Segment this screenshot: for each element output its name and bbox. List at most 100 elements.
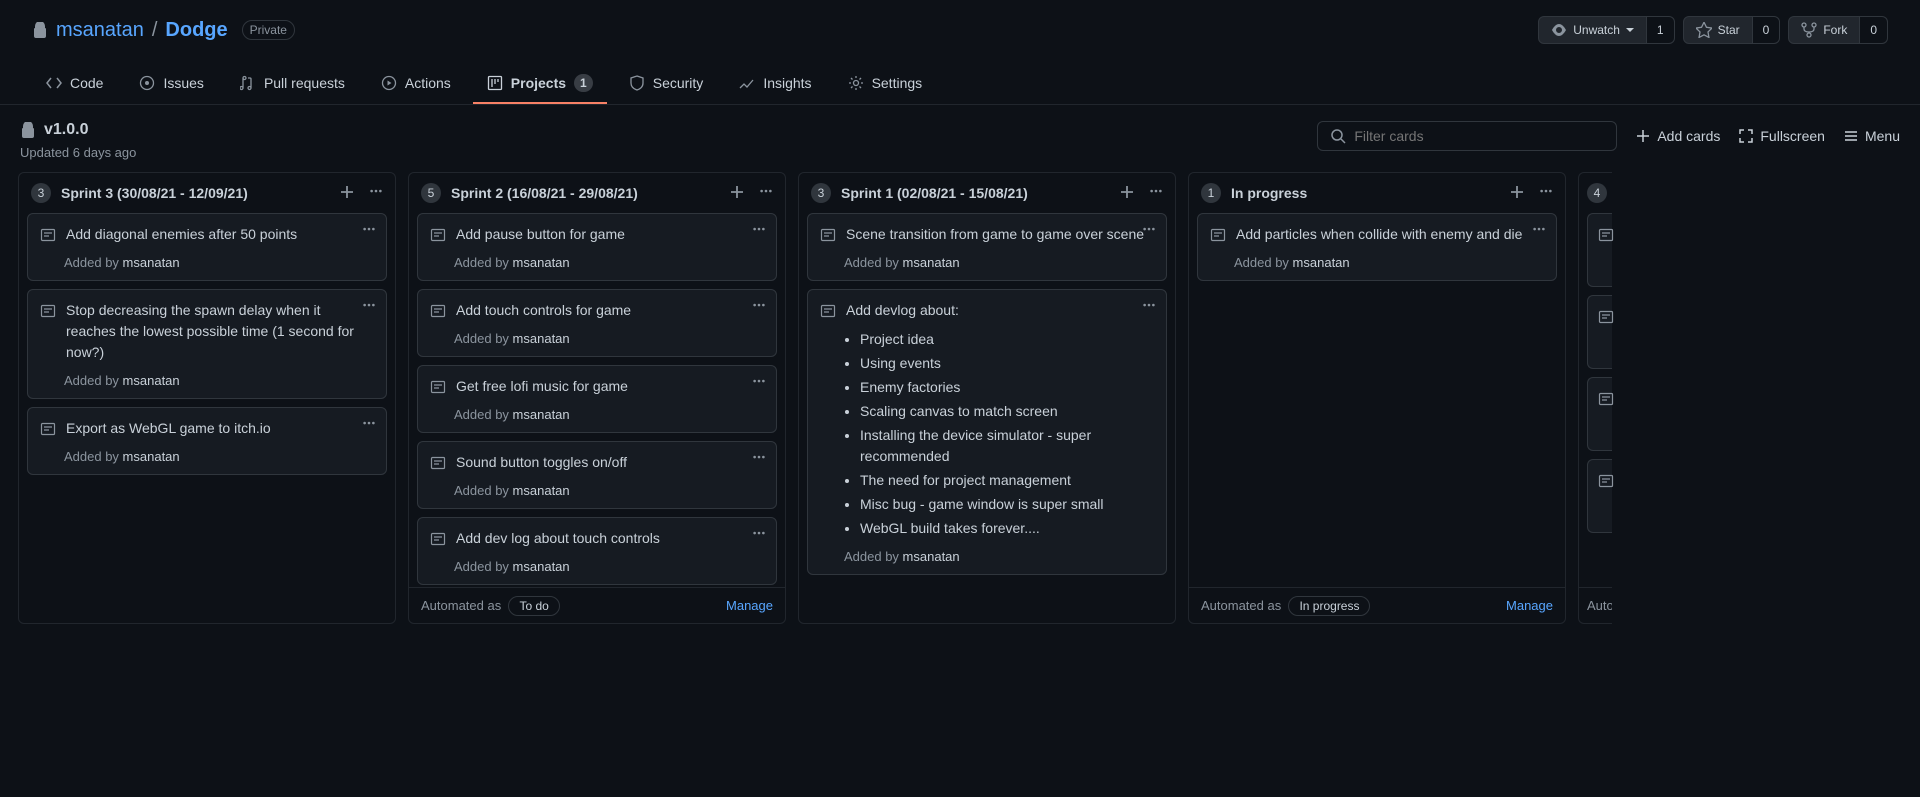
project-card[interactable]: Add pause button for game Added by msana… [417, 213, 777, 281]
caret-down-icon [1626, 28, 1634, 32]
card-menu-button[interactable] [752, 450, 766, 467]
note-icon [430, 455, 446, 471]
project-card[interactable]: Scene transition from game to game over … [807, 213, 1167, 281]
tab-pulls[interactable]: Pull requests [226, 64, 359, 104]
add-card-button[interactable] [1119, 184, 1135, 203]
menu-button[interactable]: Menu [1843, 128, 1900, 144]
card-menu-button[interactable] [362, 222, 376, 239]
card-list-item: Misc bug - game window is super small [860, 494, 1154, 515]
card-text: Scene transition from game to game over … [846, 224, 1154, 245]
card-menu-button[interactable] [362, 416, 376, 433]
add-card-button[interactable] [339, 184, 355, 203]
add-card-button[interactable] [729, 184, 745, 203]
card-text: Sound button toggles on/off [456, 452, 764, 473]
project-card[interactable]: Add diagonal enemies after 50 points Add… [27, 213, 387, 281]
project-card[interactable]: Stop decreasing the spawn delay when it … [27, 289, 387, 399]
column-title: Sprint 3 (30/08/21 - 12/09/21) [61, 185, 329, 201]
card-text: Get free lofi music for game [456, 376, 764, 397]
add-card-button[interactable] [1509, 184, 1525, 203]
project-card[interactable]: Export as WebGL game to itch.io Added by… [27, 407, 387, 475]
project-card[interactable]: Add particles when collide with enemy an… [1197, 213, 1557, 281]
card-text: Export as WebGL game to itch.io [66, 418, 374, 439]
card-added-by: Added by msanatan [454, 483, 764, 498]
card-added-by: Added by msanatan [64, 255, 374, 270]
card-menu-button[interactable] [362, 298, 376, 315]
add-cards-button[interactable]: Add cards [1635, 128, 1720, 144]
card-list-item: Enemy factories [860, 377, 1154, 398]
automation-label: Automated as To do [421, 598, 560, 613]
star-button[interactable]: Star [1683, 16, 1753, 44]
tab-issues[interactable]: Issues [125, 64, 217, 104]
card-added-by: Added by msanatan [64, 449, 374, 464]
note-icon [1598, 227, 1614, 243]
project-column-partial: 4 Auto [1578, 172, 1612, 624]
note-icon [1598, 473, 1614, 489]
automation-status: In progress [1288, 596, 1370, 616]
filter-cards-input[interactable] [1354, 128, 1604, 144]
note-icon [40, 303, 56, 319]
column-menu-button[interactable] [1539, 184, 1553, 203]
graph-icon [739, 75, 755, 91]
project-card[interactable] [1587, 377, 1612, 451]
project-column: 1 In progress Add particles when collide… [1188, 172, 1566, 624]
card-added-by: Added by msanatan [1234, 255, 1544, 270]
manage-link[interactable]: Manage [1506, 598, 1553, 613]
card-added-by: Added by msanatan [844, 549, 1154, 564]
tab-security[interactable]: Security [615, 64, 718, 104]
lock-icon [20, 122, 36, 138]
column-menu-button[interactable] [759, 184, 773, 203]
filter-cards-field[interactable] [1317, 121, 1617, 151]
note-icon [430, 531, 446, 547]
card-menu-button[interactable] [1532, 222, 1546, 239]
card-menu-button[interactable] [1142, 222, 1156, 239]
fork-icon [1801, 22, 1817, 38]
project-card[interactable]: Add devlog about: Project ideaUsing even… [807, 289, 1167, 575]
play-icon [381, 75, 397, 91]
fullscreen-icon [1738, 128, 1754, 144]
star-count[interactable]: 0 [1753, 16, 1781, 44]
project-card[interactable] [1587, 295, 1612, 369]
note-icon [1210, 227, 1226, 243]
project-updated: Updated 6 days ago [20, 145, 136, 160]
tab-code[interactable]: Code [32, 64, 117, 104]
column-title: Sprint 2 (16/08/21 - 29/08/21) [451, 185, 719, 201]
repo-name-link[interactable]: Dodge [165, 19, 227, 42]
tab-projects[interactable]: Projects 1 [473, 64, 607, 104]
note-icon [40, 227, 56, 243]
fork-count[interactable]: 0 [1860, 16, 1888, 44]
tab-actions[interactable]: Actions [367, 64, 465, 104]
column-cards: Add diagonal enemies after 50 points Add… [19, 213, 395, 623]
card-text: Add dev log about touch controls [456, 528, 764, 549]
column-title: Sprint 1 (02/08/21 - 15/08/21) [841, 185, 1109, 201]
card-menu-button[interactable] [752, 298, 766, 315]
card-added-by: Added by msanatan [844, 255, 1154, 270]
unwatch-button[interactable]: Unwatch [1538, 16, 1647, 44]
column-menu-button[interactable] [1149, 184, 1163, 203]
note-icon [1598, 391, 1614, 407]
note-icon [820, 227, 836, 243]
project-card[interactable]: Sound button toggles on/off Added by msa… [417, 441, 777, 509]
fork-button[interactable]: Fork [1788, 16, 1860, 44]
repo-owner-link[interactable]: msanatan [56, 19, 144, 42]
tab-settings[interactable]: Settings [834, 64, 937, 104]
card-list-item: Installing the device simulator - super … [860, 425, 1154, 467]
card-menu-button[interactable] [1142, 298, 1156, 315]
project-card[interactable] [1587, 213, 1612, 287]
watch-count[interactable]: 1 [1647, 16, 1675, 44]
project-card[interactable]: Add touch controls for game Added by msa… [417, 289, 777, 357]
column-menu-button[interactable] [369, 184, 383, 203]
gear-icon [848, 75, 864, 91]
automation-label: Auto [1579, 587, 1612, 623]
card-menu-button[interactable] [752, 526, 766, 543]
project-card[interactable] [1587, 459, 1612, 533]
card-added-by: Added by msanatan [64, 373, 374, 388]
card-menu-button[interactable] [752, 222, 766, 239]
project-card[interactable]: Get free lofi music for game Added by ms… [417, 365, 777, 433]
project-card[interactable]: Add dev log about touch controls Added b… [417, 517, 777, 585]
tab-insights[interactable]: Insights [725, 64, 825, 104]
card-menu-button[interactable] [752, 374, 766, 391]
manage-link[interactable]: Manage [726, 598, 773, 613]
column-count: 1 [1201, 183, 1221, 203]
card-list-item: Project idea [860, 329, 1154, 350]
fullscreen-button[interactable]: Fullscreen [1738, 128, 1825, 144]
